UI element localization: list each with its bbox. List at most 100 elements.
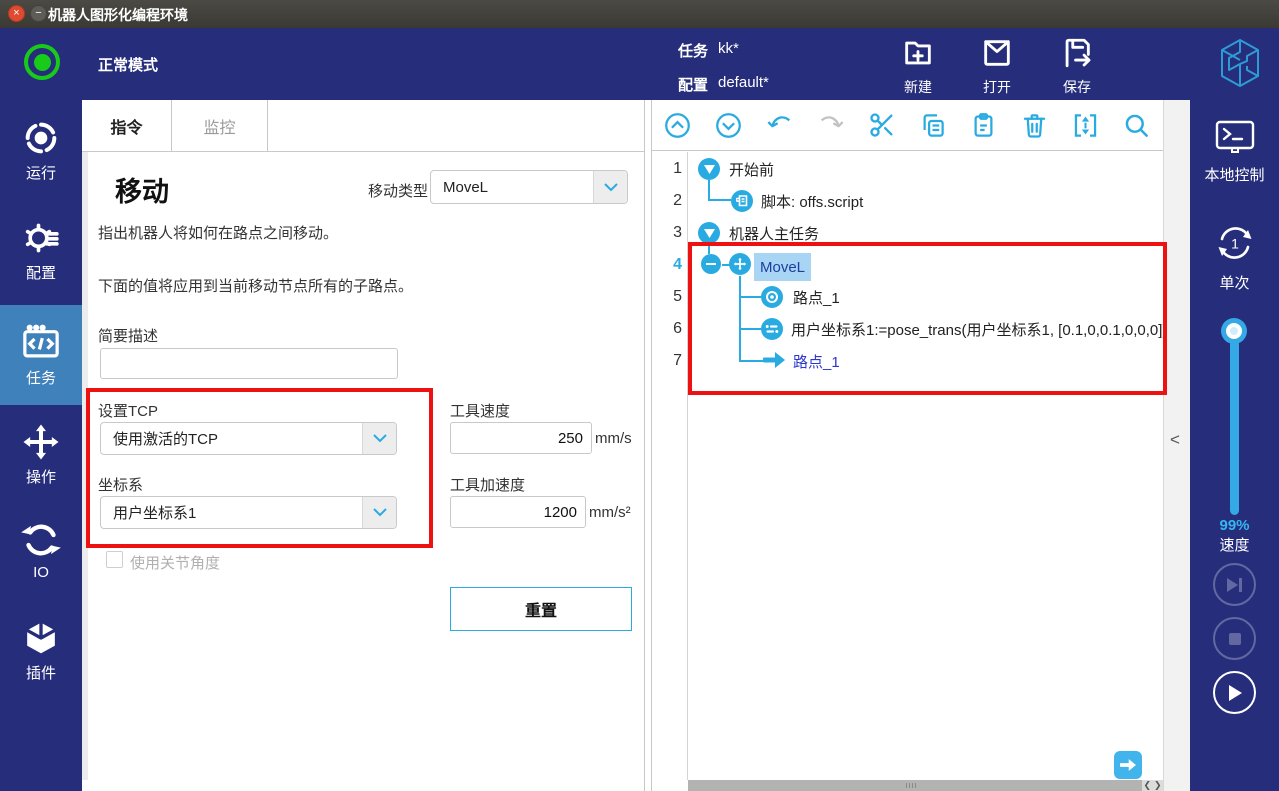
scrollbar-arrows[interactable]: ❮❯	[1142, 780, 1163, 791]
move-type-dropdown[interactable]: MoveL	[430, 170, 628, 204]
collapse-node-icon[interactable]	[698, 222, 720, 244]
sidebar-item-run[interactable]: 运行	[0, 118, 82, 204]
svg-text:1: 1	[1231, 236, 1239, 252]
assignment-node-icon[interactable]	[761, 318, 783, 340]
cube-icon	[0, 618, 82, 658]
tree-connector	[708, 199, 731, 201]
chevron-down-icon	[362, 423, 396, 454]
sidebar-item-plugin[interactable]: 插件	[0, 618, 82, 704]
window-minimize-button[interactable]: −	[30, 5, 47, 22]
play-button[interactable]	[1213, 671, 1256, 714]
redo-button[interactable]	[805, 111, 856, 139]
speed-slider-track[interactable]	[1230, 325, 1239, 515]
move-arrows-icon	[0, 422, 82, 462]
step-button[interactable]	[1213, 563, 1256, 606]
undo-button[interactable]	[754, 111, 805, 139]
tree-connector	[739, 360, 763, 362]
panel-left-strip	[82, 152, 88, 780]
sidebar-item-io[interactable]: IO	[0, 520, 82, 606]
tree-row-selected[interactable]: MoveL	[754, 251, 811, 283]
copy-button[interactable]	[907, 112, 958, 139]
save-icon	[1060, 57, 1094, 74]
page-title: 移动	[115, 170, 169, 209]
row-number: 1	[652, 153, 682, 185]
jump-to-node-button[interactable]	[1114, 751, 1142, 779]
sidebar-item-task[interactable]: 任务	[0, 305, 82, 405]
save-button[interactable]: 保存	[1045, 36, 1109, 97]
delete-button[interactable]	[1009, 112, 1060, 139]
brief-desc-label: 简要描述	[98, 325, 158, 346]
single-run-label: 单次	[1190, 272, 1279, 293]
brief-desc-input[interactable]	[100, 348, 398, 379]
waypoint-node-icon[interactable]	[761, 286, 783, 308]
tree-row-label[interactable]: 机器人主任务	[729, 217, 819, 249]
row-number: 2	[652, 185, 682, 217]
move-node-icon[interactable]	[729, 253, 751, 275]
horizontal-scrollbar: ❮❯	[652, 780, 1163, 791]
tree-row-label[interactable]: 用户坐标系1:=pose_trans(用户坐标系1, [0.1,0,0.1,0,…	[791, 313, 1167, 345]
tool-accel-input[interactable]	[450, 496, 586, 528]
gear-icon	[0, 218, 82, 258]
script-node-icon[interactable]	[731, 190, 753, 212]
sidebar-item-config[interactable]: 配置	[0, 218, 82, 304]
tab-monitor[interactable]: 监控	[172, 100, 268, 152]
move-type-label: 移动类型	[368, 180, 428, 201]
collapse-node-icon[interactable]	[698, 158, 720, 180]
search-button[interactable]	[1111, 112, 1162, 139]
sidebar-item-operate[interactable]: 操作	[0, 422, 82, 508]
tree-connector	[739, 328, 761, 330]
frame-dropdown[interactable]: 用户坐标系1	[100, 496, 397, 529]
tree-row-label-link[interactable]: 路点_1	[793, 345, 840, 377]
program-tree-panel: 1 2 3 4 5 6 7 开始前 脚本: offs.script 机器人主任务…	[651, 100, 1163, 791]
joint-angle-checkbox[interactable]	[106, 551, 123, 568]
collapse-panel-chevron[interactable]: <	[1170, 430, 1180, 450]
window-close-button[interactable]: ×	[8, 5, 25, 22]
tree-row-label[interactable]: 脚本: offs.script	[761, 185, 863, 217]
row-number-selected: 4	[652, 249, 682, 281]
tcp-dropdown[interactable]: 使用激活的TCP	[100, 422, 397, 455]
row-number: 5	[652, 281, 682, 313]
scrollbar-thumb[interactable]	[688, 780, 1142, 791]
row-number: 6	[652, 313, 682, 345]
speed-label: 速度	[1190, 534, 1279, 555]
description-line-2: 下面的值将应用到当前移动节点所有的子路点。	[98, 275, 413, 296]
collapse-minus-icon[interactable]	[701, 254, 721, 274]
run-icon	[0, 118, 82, 158]
chevron-down-icon	[593, 171, 627, 203]
task-label: 任务	[678, 40, 708, 61]
tree-row-label[interactable]: 开始前	[729, 153, 774, 185]
panel-collapse-strip: <	[1163, 100, 1190, 791]
joint-angle-label: 使用关节角度	[130, 552, 220, 573]
tool-speed-input[interactable]	[450, 422, 592, 454]
cut-button[interactable]	[856, 111, 907, 139]
paste-button[interactable]	[958, 112, 1009, 139]
terminal-icon	[1212, 118, 1258, 165]
reset-button[interactable]: 重置	[450, 587, 632, 631]
single-run-button[interactable]: 1	[1190, 220, 1279, 271]
local-control-label: 本地控制	[1190, 164, 1279, 185]
left-sidebar: 运行 配置 任务 操作 IO 插件	[0, 100, 82, 791]
tree-row-label[interactable]: 路点_1	[793, 281, 840, 313]
move-node-down-button[interactable]	[703, 112, 754, 139]
single-cycle-icon: 1	[1212, 220, 1258, 271]
goto-waypoint-icon[interactable]	[763, 352, 785, 373]
tree-connector	[708, 244, 710, 254]
open-button[interactable]: 打开	[965, 36, 1029, 97]
tool-accel-unit: mm/s²	[589, 504, 631, 521]
local-control-button[interactable]	[1190, 118, 1279, 165]
tab-instruction[interactable]: 指令	[82, 100, 172, 152]
tool-accel-label: 工具加速度	[450, 474, 525, 495]
speed-slider-handle[interactable]	[1221, 318, 1247, 344]
move-node-up-button[interactable]	[652, 112, 703, 139]
gutter-separator	[687, 152, 688, 780]
scrollbar-grip	[906, 783, 918, 788]
collapse-all-button[interactable]	[1060, 112, 1111, 139]
app-header: 正常模式 任务 kk* 配置 default* 新建 打开 保存	[0, 28, 1279, 100]
new-button[interactable]: 新建	[886, 36, 950, 97]
stop-button[interactable]	[1213, 617, 1256, 660]
task-value: kk*	[718, 40, 739, 57]
new-file-icon	[901, 57, 935, 74]
titlebar: × − 机器人图形化编程环境	[0, 0, 1279, 28]
task-code-icon	[0, 323, 82, 363]
tool-speed-unit: mm/s	[595, 430, 632, 447]
